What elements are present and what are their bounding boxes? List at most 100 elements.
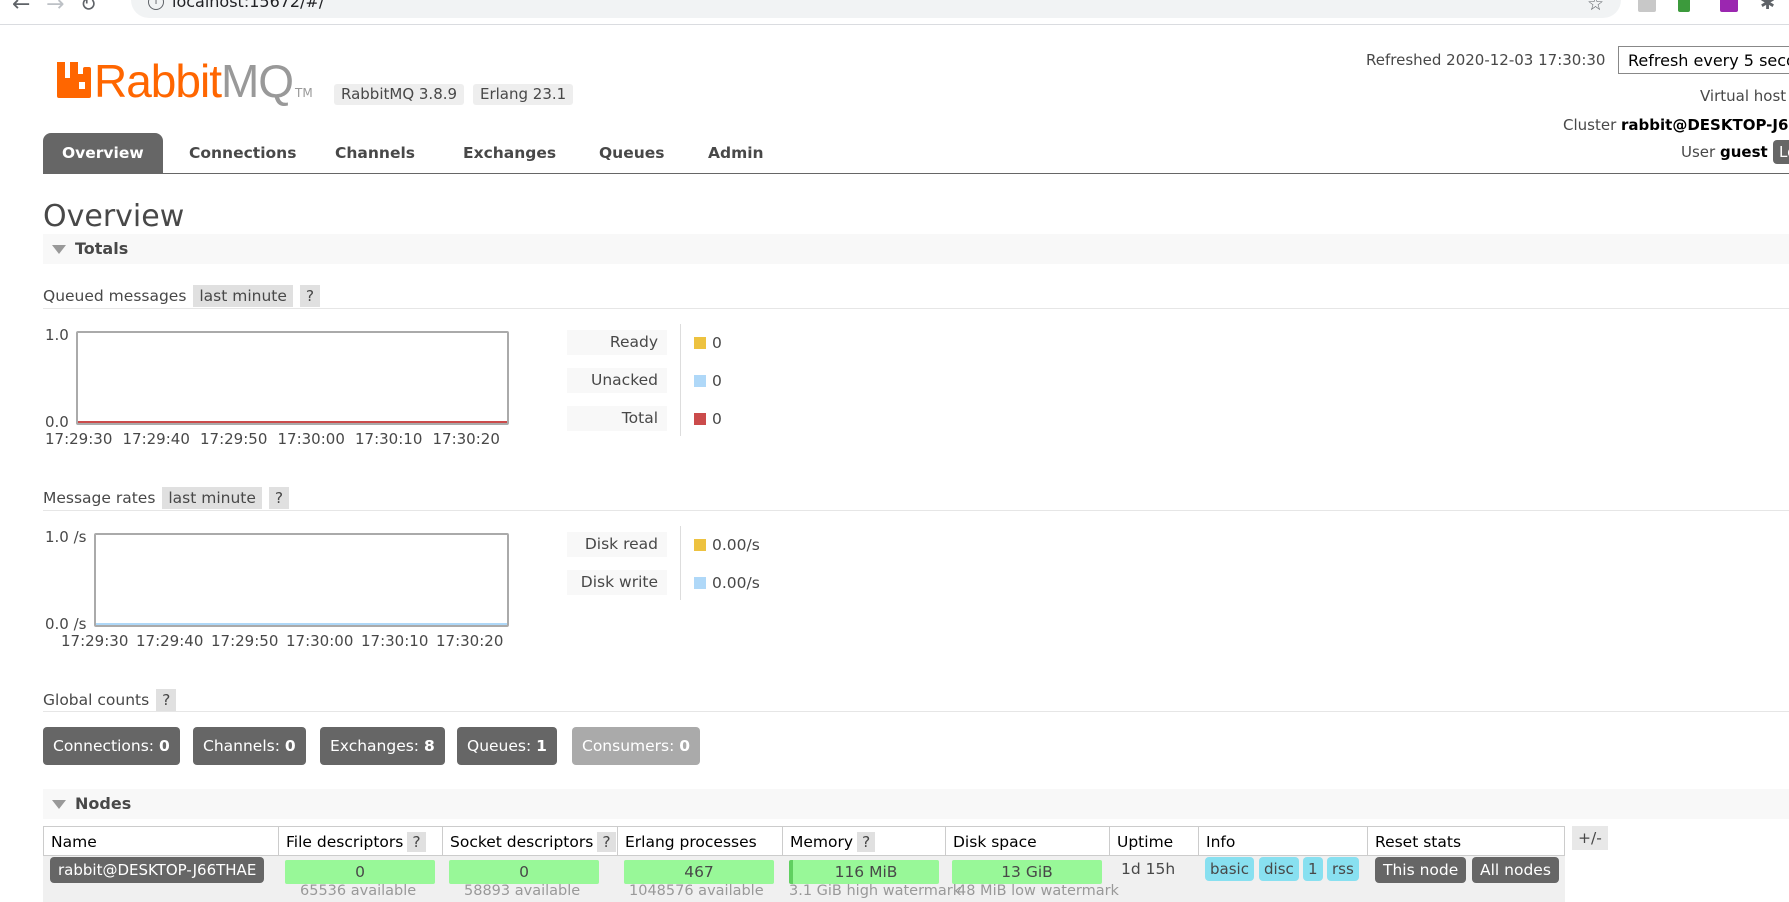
column-header-info: Info: [1198, 826, 1368, 856]
message-rates-title: Message rates: [43, 489, 156, 507]
reset-this-node-button[interactable]: This node: [1375, 857, 1467, 883]
extensions-puzzle-icon[interactable]: ✱: [1760, 0, 1775, 14]
main-nav-tabs: Overview Connections Channels Exchanges …: [43, 133, 1789, 174]
rates-range-selector[interactable]: last minute: [162, 487, 262, 509]
socket-descriptors-help-button[interactable]: ?: [597, 832, 616, 852]
x-tick-label: 17:29:50: [211, 632, 279, 650]
memory-bar: 116 MiB: [789, 860, 939, 884]
global-counts-help-button[interactable]: ?: [156, 689, 177, 711]
page-title: Overview: [43, 199, 185, 234]
disk-space-watermark: 48 MiB low watermark: [957, 883, 1119, 899]
refreshed-timestamp: Refreshed 2020-12-03 17:30:30: [1366, 51, 1606, 69]
info-tag-basic: basic: [1205, 857, 1254, 881]
legend-disk-read-label: Disk read: [567, 532, 667, 557]
tab-connections[interactable]: Connections: [170, 133, 315, 173]
message-rates-header: Message rates last minute ?: [43, 487, 290, 509]
file-descriptors-help-button[interactable]: ?: [407, 832, 426, 852]
extension-icon[interactable]: [1678, 0, 1690, 12]
file-descriptors-bar: 0: [285, 860, 435, 884]
legend-unacked-value: 0: [712, 372, 722, 390]
collapse-triangle-icon: [52, 800, 66, 809]
memory-help-button[interactable]: ?: [857, 832, 876, 852]
rabbitmq-version-badge: RabbitMQ 3.8.9: [334, 84, 465, 105]
column-header-name: Name: [43, 826, 279, 856]
exchanges-count-label: Exchanges:: [330, 737, 420, 755]
info-tag-count: 1: [1303, 857, 1323, 881]
queued-range-selector[interactable]: last minute: [193, 285, 293, 307]
erlang-processes-bar: 467: [624, 860, 774, 884]
tab-admin[interactable]: Admin: [689, 133, 783, 173]
node-name-link[interactable]: rabbit@DESKTOP-J66THAE: [50, 857, 265, 883]
rabbitmq-logo-icon: [57, 62, 91, 98]
x-tick-label: 17:30:00: [277, 430, 345, 448]
legend-total-label: Total: [567, 406, 667, 431]
extension-icon[interactable]: [1720, 0, 1738, 12]
cluster-info: Cluster rabbit@DESKTOP-J66THAE: [1563, 116, 1789, 134]
totals-section-label: Totals: [75, 239, 129, 258]
forward-arrow-icon[interactable]: →: [46, 0, 64, 17]
tab-exchanges[interactable]: Exchanges: [444, 133, 575, 173]
bookmark-star-icon[interactable]: ☆: [1587, 0, 1604, 15]
node-uptime: 1d 15h: [1121, 860, 1176, 878]
queued-help-button[interactable]: ?: [299, 285, 321, 307]
x-tick-label: 17:29:40: [122, 430, 190, 448]
address-bar[interactable]: [131, 0, 1621, 18]
legend-total-value: 0: [712, 410, 722, 428]
queues-count-button[interactable]: Queues: 1: [457, 727, 557, 765]
column-header-file-descriptors-label: File descriptors: [286, 833, 404, 851]
legend-ready-label: Ready: [567, 330, 667, 355]
channels-count-label: Channels:: [203, 737, 280, 755]
reload-icon[interactable]: ↻: [80, 0, 97, 16]
virtual-host-label: Virtual host: [1700, 87, 1787, 105]
refresh-interval-select[interactable]: Refresh every 5 seconds: [1618, 46, 1789, 74]
exchanges-count-button[interactable]: Exchanges: 8: [320, 727, 445, 765]
address-bar-url[interactable]: localhost:15672/#/: [172, 0, 324, 11]
x-tick-label: 17:30:20: [432, 430, 500, 448]
disk-space-bar: 13 GiB: [952, 860, 1102, 884]
erlang-version-badge: Erlang 23.1: [473, 84, 574, 105]
legend-swatch-ready: [694, 337, 706, 349]
logo-trademark: TM: [295, 86, 313, 100]
totals-section-toggle[interactable]: Totals: [43, 234, 1789, 264]
legend-swatch-disk-write: [694, 577, 706, 589]
collapse-triangle-icon: [52, 245, 66, 254]
erlang-processes-available: 1048576 available: [629, 883, 764, 899]
consumers-count-label: Consumers:: [582, 737, 675, 755]
column-header-socket-descriptors: Socket descriptors?: [442, 826, 618, 856]
connections-count-button[interactable]: Connections: 0: [43, 727, 180, 765]
column-header-memory: Memory?: [782, 826, 946, 856]
x-tick-label: 17:30:00: [286, 632, 354, 650]
back-arrow-icon[interactable]: ←: [12, 0, 30, 17]
legend-swatch-total: [694, 413, 706, 425]
legend-disk-write-label: Disk write: [567, 570, 667, 595]
legend-ready-value: 0: [712, 334, 722, 352]
message-rates-chart: [94, 533, 509, 627]
queued-messages-title: Queued messages: [43, 287, 187, 305]
queued-messages-chart: [76, 331, 509, 425]
reset-all-nodes-button[interactable]: All nodes: [1472, 857, 1559, 883]
cluster-label: Cluster: [1563, 116, 1617, 134]
x-tick-label: 17:29:30: [45, 430, 113, 448]
consumers-count-button: Consumers: 0: [572, 727, 701, 765]
x-tick-label: 17:29:50: [200, 430, 268, 448]
rates-y-max: 1.0 /s: [45, 528, 87, 546]
nodes-section-toggle[interactable]: Nodes: [43, 789, 1789, 819]
x-tick-label: 17:30:10: [361, 632, 429, 650]
connections-count-label: Connections:: [53, 737, 154, 755]
rates-help-button[interactable]: ?: [268, 487, 290, 509]
toggle-columns-button[interactable]: +/-: [1572, 826, 1608, 850]
tab-queues[interactable]: Queues: [580, 133, 684, 173]
extension-icon[interactable]: [1638, 0, 1656, 12]
tab-overview[interactable]: Overview: [43, 133, 163, 173]
tab-channels[interactable]: Channels: [316, 133, 434, 173]
legend-divider: [680, 526, 681, 600]
divider: [43, 510, 1789, 511]
column-header-reset-stats: Reset stats: [1367, 826, 1565, 856]
column-header-memory-label: Memory: [790, 833, 854, 851]
column-header-file-descriptors: File descriptors?: [278, 826, 443, 856]
socket-descriptors-bar: 0: [449, 860, 599, 884]
legend-unacked-label: Unacked: [567, 368, 667, 393]
channels-count-button[interactable]: Channels: 0: [193, 727, 306, 765]
rates-y-min: 0.0 /s: [45, 615, 87, 633]
column-header-disk-space: Disk space: [945, 826, 1110, 856]
